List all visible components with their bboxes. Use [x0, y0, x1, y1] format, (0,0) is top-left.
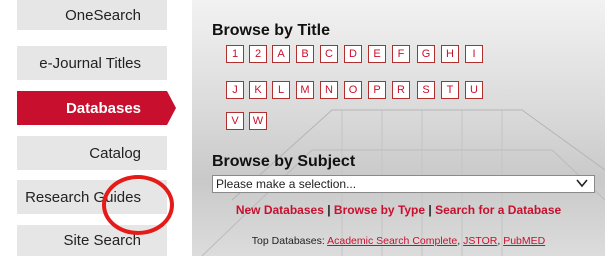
browse-by-type-link[interactable]: Browse by Type [334, 203, 425, 217]
browse-letter-j[interactable]: J [226, 81, 244, 99]
link-separator: | [428, 203, 432, 217]
nav-item-onesearch[interactable]: OneSearch [17, 0, 167, 30]
database-links: New Databases | Browse by Type | Search … [192, 203, 605, 217]
browse-letter-d[interactable]: D [344, 45, 362, 63]
top-database-link-jstor[interactable]: JSTOR [463, 235, 497, 247]
highlight-circle-annotation [102, 175, 174, 235]
nav-item-label: Databases [65, 99, 141, 117]
browse-panel: Browse by Title 1 2 A B C D E F G H I J … [192, 0, 605, 256]
browse-letter-a[interactable]: A [272, 45, 290, 63]
nav-item-label: Site Search [63, 232, 141, 249]
chevron-down-icon [576, 179, 588, 188]
nav-item-databases[interactable]: Databases [17, 91, 176, 125]
browse-letter-n[interactable]: N [320, 81, 338, 99]
top-database-link-academic-search-complete[interactable]: Academic Search Complete [327, 235, 457, 247]
link-separator: | [327, 203, 331, 217]
nav-item-catalog[interactable]: Catalog [17, 136, 167, 170]
top-databases: Top Databases: Academic Search Complete,… [251, 235, 546, 247]
browse-by-subject-heading: Browse by Subject [212, 153, 356, 170]
subject-select[interactable]: Please make a selection... [212, 175, 595, 193]
browse-letter-t[interactable]: T [441, 81, 459, 99]
browse-letter-e[interactable]: E [368, 45, 386, 63]
subject-select-value: Please make a selection... [216, 177, 357, 191]
browse-by-title-heading: Browse by Title [212, 22, 330, 39]
browse-letter-p[interactable]: P [368, 81, 386, 99]
browse-letter-w[interactable]: W [249, 112, 267, 130]
browse-letter-m[interactable]: M [296, 81, 314, 99]
browse-letter-r[interactable]: R [392, 81, 410, 99]
browse-letter-i[interactable]: I [465, 45, 483, 63]
browse-letter-k[interactable]: K [249, 81, 267, 99]
browse-letter-f[interactable]: F [392, 45, 410, 63]
browse-letter-o[interactable]: O [344, 81, 362, 99]
top-databases-label: Top Databases: [251, 235, 325, 247]
browse-letter-v[interactable]: V [226, 112, 244, 130]
browse-letter-u[interactable]: U [465, 81, 483, 99]
nav-item-label: OneSearch [65, 6, 141, 24]
browse-letter-b[interactable]: B [296, 45, 314, 63]
nav-item-e-journal-titles[interactable]: e-Journal Titles [17, 46, 167, 80]
browse-letter-s[interactable]: S [417, 81, 435, 99]
new-databases-link[interactable]: New Databases [236, 203, 324, 217]
browse-letter-h[interactable]: H [441, 45, 459, 63]
browse-letter-c[interactable]: C [320, 45, 338, 63]
nav-item-label: e-Journal Titles [39, 54, 141, 72]
browse-letter-l[interactable]: L [272, 81, 290, 99]
nav-item-label: Catalog [89, 144, 141, 162]
search-for-database-link[interactable]: Search for a Database [435, 203, 561, 217]
browse-letter-g[interactable]: G [417, 45, 435, 63]
browse-letter-1[interactable]: 1 [226, 45, 244, 63]
browse-letter-2[interactable]: 2 [249, 45, 267, 63]
top-database-link-pubmed[interactable]: PubMED [503, 235, 545, 247]
